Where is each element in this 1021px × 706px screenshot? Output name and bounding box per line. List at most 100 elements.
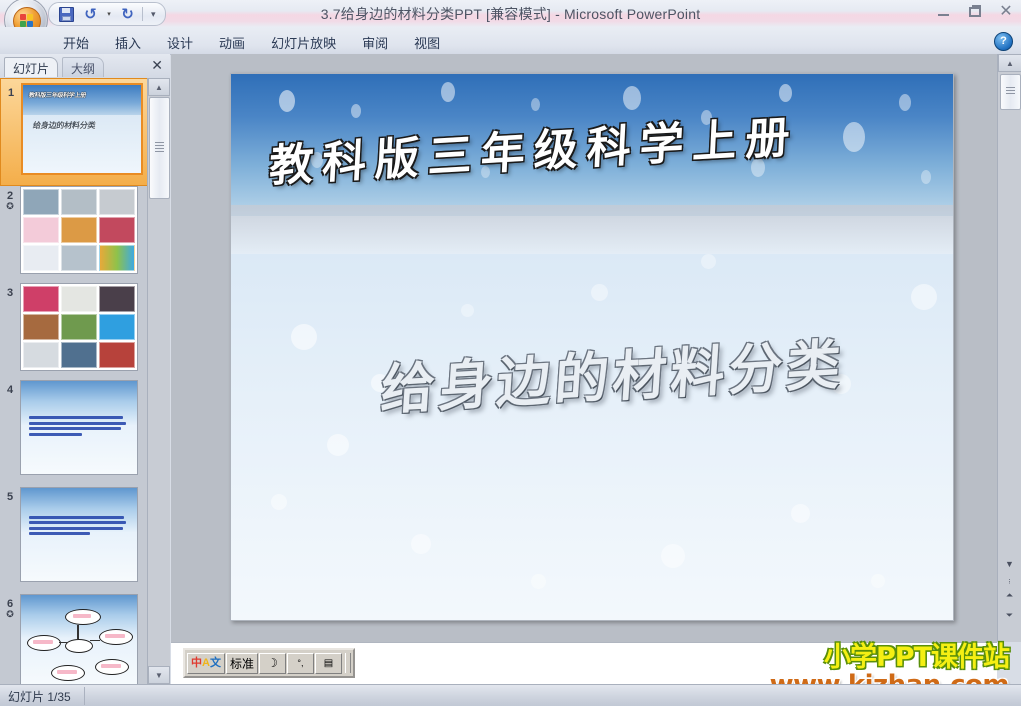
thumb-picture	[61, 286, 97, 312]
thumbnail-number: 2 ✪	[0, 186, 20, 211]
scroll-up-icon[interactable]: ▲	[998, 54, 1021, 72]
slide-ground	[231, 254, 953, 620]
thumb-text-line	[29, 432, 83, 436]
slide-editing-area: 教科版三年级科学上册 给身边的材料分类	[171, 54, 997, 642]
thumbnail-list[interactable]: 1 教科版三年级科学上册 给身边的材料分类 2 ✪ 3 4 5 6 ✪	[0, 78, 148, 684]
thumbnail-number: 1	[7, 87, 15, 99]
minimize-button[interactable]	[933, 3, 955, 21]
thumb-picture	[23, 189, 59, 215]
current-slide[interactable]: 教科版三年级科学上册 给身边的材料分类	[230, 73, 954, 621]
tab-slides[interactable]: 幻灯片	[4, 57, 59, 77]
ribbon-tabs: 开始 插入 设计 动画 幻灯片放映 审阅 视图	[50, 30, 453, 56]
list-item[interactable]: 5	[0, 487, 148, 594]
thumbnail-slide-1[interactable]: 教科版三年级科学上册 给身边的材料分类	[21, 83, 143, 175]
panel-tab-bar: 幻灯片 大纲 ✕	[0, 54, 170, 79]
thumb-picture	[23, 217, 59, 243]
thumb-picture	[23, 245, 59, 271]
title-bar: ↺ ▾ ↻ ▾ 3.7给身边的材料分类PPT [兼容模式] - Microsof…	[0, 0, 1021, 42]
thumb-picture	[99, 189, 135, 215]
tab-view[interactable]: 视图	[401, 30, 453, 56]
thumbnail-number: 3	[6, 287, 14, 299]
thumb-node-label	[105, 634, 125, 638]
ribbon-tab-bar: 开始 插入 设计 动画 幻灯片放映 审阅 视图 ?	[0, 27, 1021, 55]
punctuation-icon[interactable]: °,	[286, 652, 314, 674]
scrollbar-grip-icon	[1006, 87, 1015, 96]
tab-slideshow[interactable]: 幻灯片放映	[258, 30, 349, 56]
status-bar: 幻灯片 1/35	[0, 684, 1021, 706]
thumb-picture	[61, 217, 97, 243]
tab-insert[interactable]: 插入	[102, 30, 154, 56]
scroll-down-icon[interactable]: ▼	[148, 666, 170, 684]
thumb-picture	[61, 314, 97, 340]
list-item[interactable]: 2 ✪	[0, 186, 148, 283]
ime-logo-icon[interactable]: 中A文	[187, 652, 225, 674]
thumb-connector	[77, 625, 79, 639]
thumb-picture	[61, 342, 97, 368]
thumb-node-label	[57, 670, 77, 674]
tab-review[interactable]: 审阅	[349, 30, 401, 56]
scrollbar-thumb[interactable]	[149, 97, 170, 199]
thumb-picture	[99, 342, 135, 368]
thumb-picture	[99, 314, 135, 340]
thumb-text-block	[29, 515, 131, 538]
list-item[interactable]: 4	[0, 380, 148, 487]
thumbnail-slide-5[interactable]	[20, 487, 138, 582]
thumb-text-line	[29, 526, 123, 530]
list-item[interactable]: 6 ✪	[0, 594, 148, 684]
tab-home[interactable]: 开始	[50, 30, 102, 56]
ime-toolbar[interactable]: 中A文 标准 ☽ °, ▤	[183, 648, 355, 678]
tab-design[interactable]: 设计	[154, 30, 206, 56]
powerpoint-window: ↺ ▾ ↻ ▾ 3.7给身边的材料分类PPT [兼容模式] - Microsof…	[0, 0, 1021, 706]
thumbnail-number: 6 ✪	[0, 594, 20, 619]
thumbnail-number: 4	[6, 384, 14, 396]
thumb-picture	[61, 245, 97, 271]
thumb-picture-grid	[23, 189, 135, 271]
list-item[interactable]: 1 教科版三年级科学上册 给身边的材料分类	[0, 78, 148, 186]
thumbnail-scrollbar[interactable]: ▲ ▼	[147, 78, 170, 684]
animation-star-icon: ✪	[6, 201, 14, 211]
notes-pane[interactable]: 中A文 标准 ☽ °, ▤	[171, 642, 997, 685]
thumbnail-slide-6[interactable]	[20, 594, 138, 684]
thumb-picture	[23, 342, 59, 368]
slide-counter: 幻灯片 1/35	[8, 690, 71, 704]
thumbnail-number: 5	[6, 491, 14, 503]
tab-outline[interactable]: 大纲	[62, 57, 105, 77]
thumbnail-slide-3[interactable]	[20, 283, 138, 371]
slide-mist-band	[231, 205, 953, 260]
thumbnail-slide-2[interactable]	[20, 186, 138, 274]
thumb-text-line	[29, 421, 126, 425]
tab-animations[interactable]: 动画	[206, 30, 258, 56]
thumb-text-line	[29, 515, 124, 519]
slide-scrollbar[interactable]: ▲ ▼ ⁝ ⏶ ⏷	[997, 54, 1021, 642]
ime-mode-button[interactable]: 标准	[225, 652, 258, 674]
keyboard-icon[interactable]: ▤	[314, 652, 342, 674]
next-slide-button[interactable]: ⏷	[1000, 606, 1019, 625]
thumb-picture	[61, 189, 97, 215]
thumb-picture	[99, 217, 135, 243]
moon-icon[interactable]: ☽	[258, 652, 286, 674]
thumb-picture	[23, 286, 59, 312]
thumb-text-line	[29, 416, 123, 420]
help-icon[interactable]: ?	[994, 32, 1013, 51]
animation-star-icon: ✪	[6, 609, 14, 619]
thumb-picture-grid	[23, 286, 135, 368]
previous-slide-button[interactable]: ⏶	[1000, 586, 1019, 605]
thumbnail-slide-4[interactable]	[20, 380, 138, 475]
thumb-picture	[23, 314, 59, 340]
scroll-down-icon[interactable]: ▼	[1000, 554, 1019, 573]
thumb-text-block	[29, 416, 131, 438]
ime-drag-handle[interactable]	[344, 653, 351, 673]
thumb-picture	[99, 286, 135, 312]
scrollbar-thumb[interactable]	[1000, 74, 1021, 110]
window-controls: ✕	[933, 3, 1017, 21]
scroll-up-icon[interactable]: ▲	[148, 78, 170, 96]
restore-button[interactable]	[964, 3, 986, 21]
slides-panel: 幻灯片 大纲 ✕ 1 教科版三年级科学上册 给身边的材料分类 2 ✪ 3 4 5…	[0, 54, 170, 684]
status-divider	[84, 687, 85, 705]
close-panel-icon[interactable]: ✕	[151, 58, 163, 72]
thumb-title-text: 教科版三年级科学上册	[28, 93, 87, 99]
list-item[interactable]: 3	[0, 283, 148, 380]
close-button[interactable]: ✕	[995, 3, 1017, 21]
thumb-center-node	[65, 639, 93, 653]
thumb-text-line	[29, 521, 126, 525]
